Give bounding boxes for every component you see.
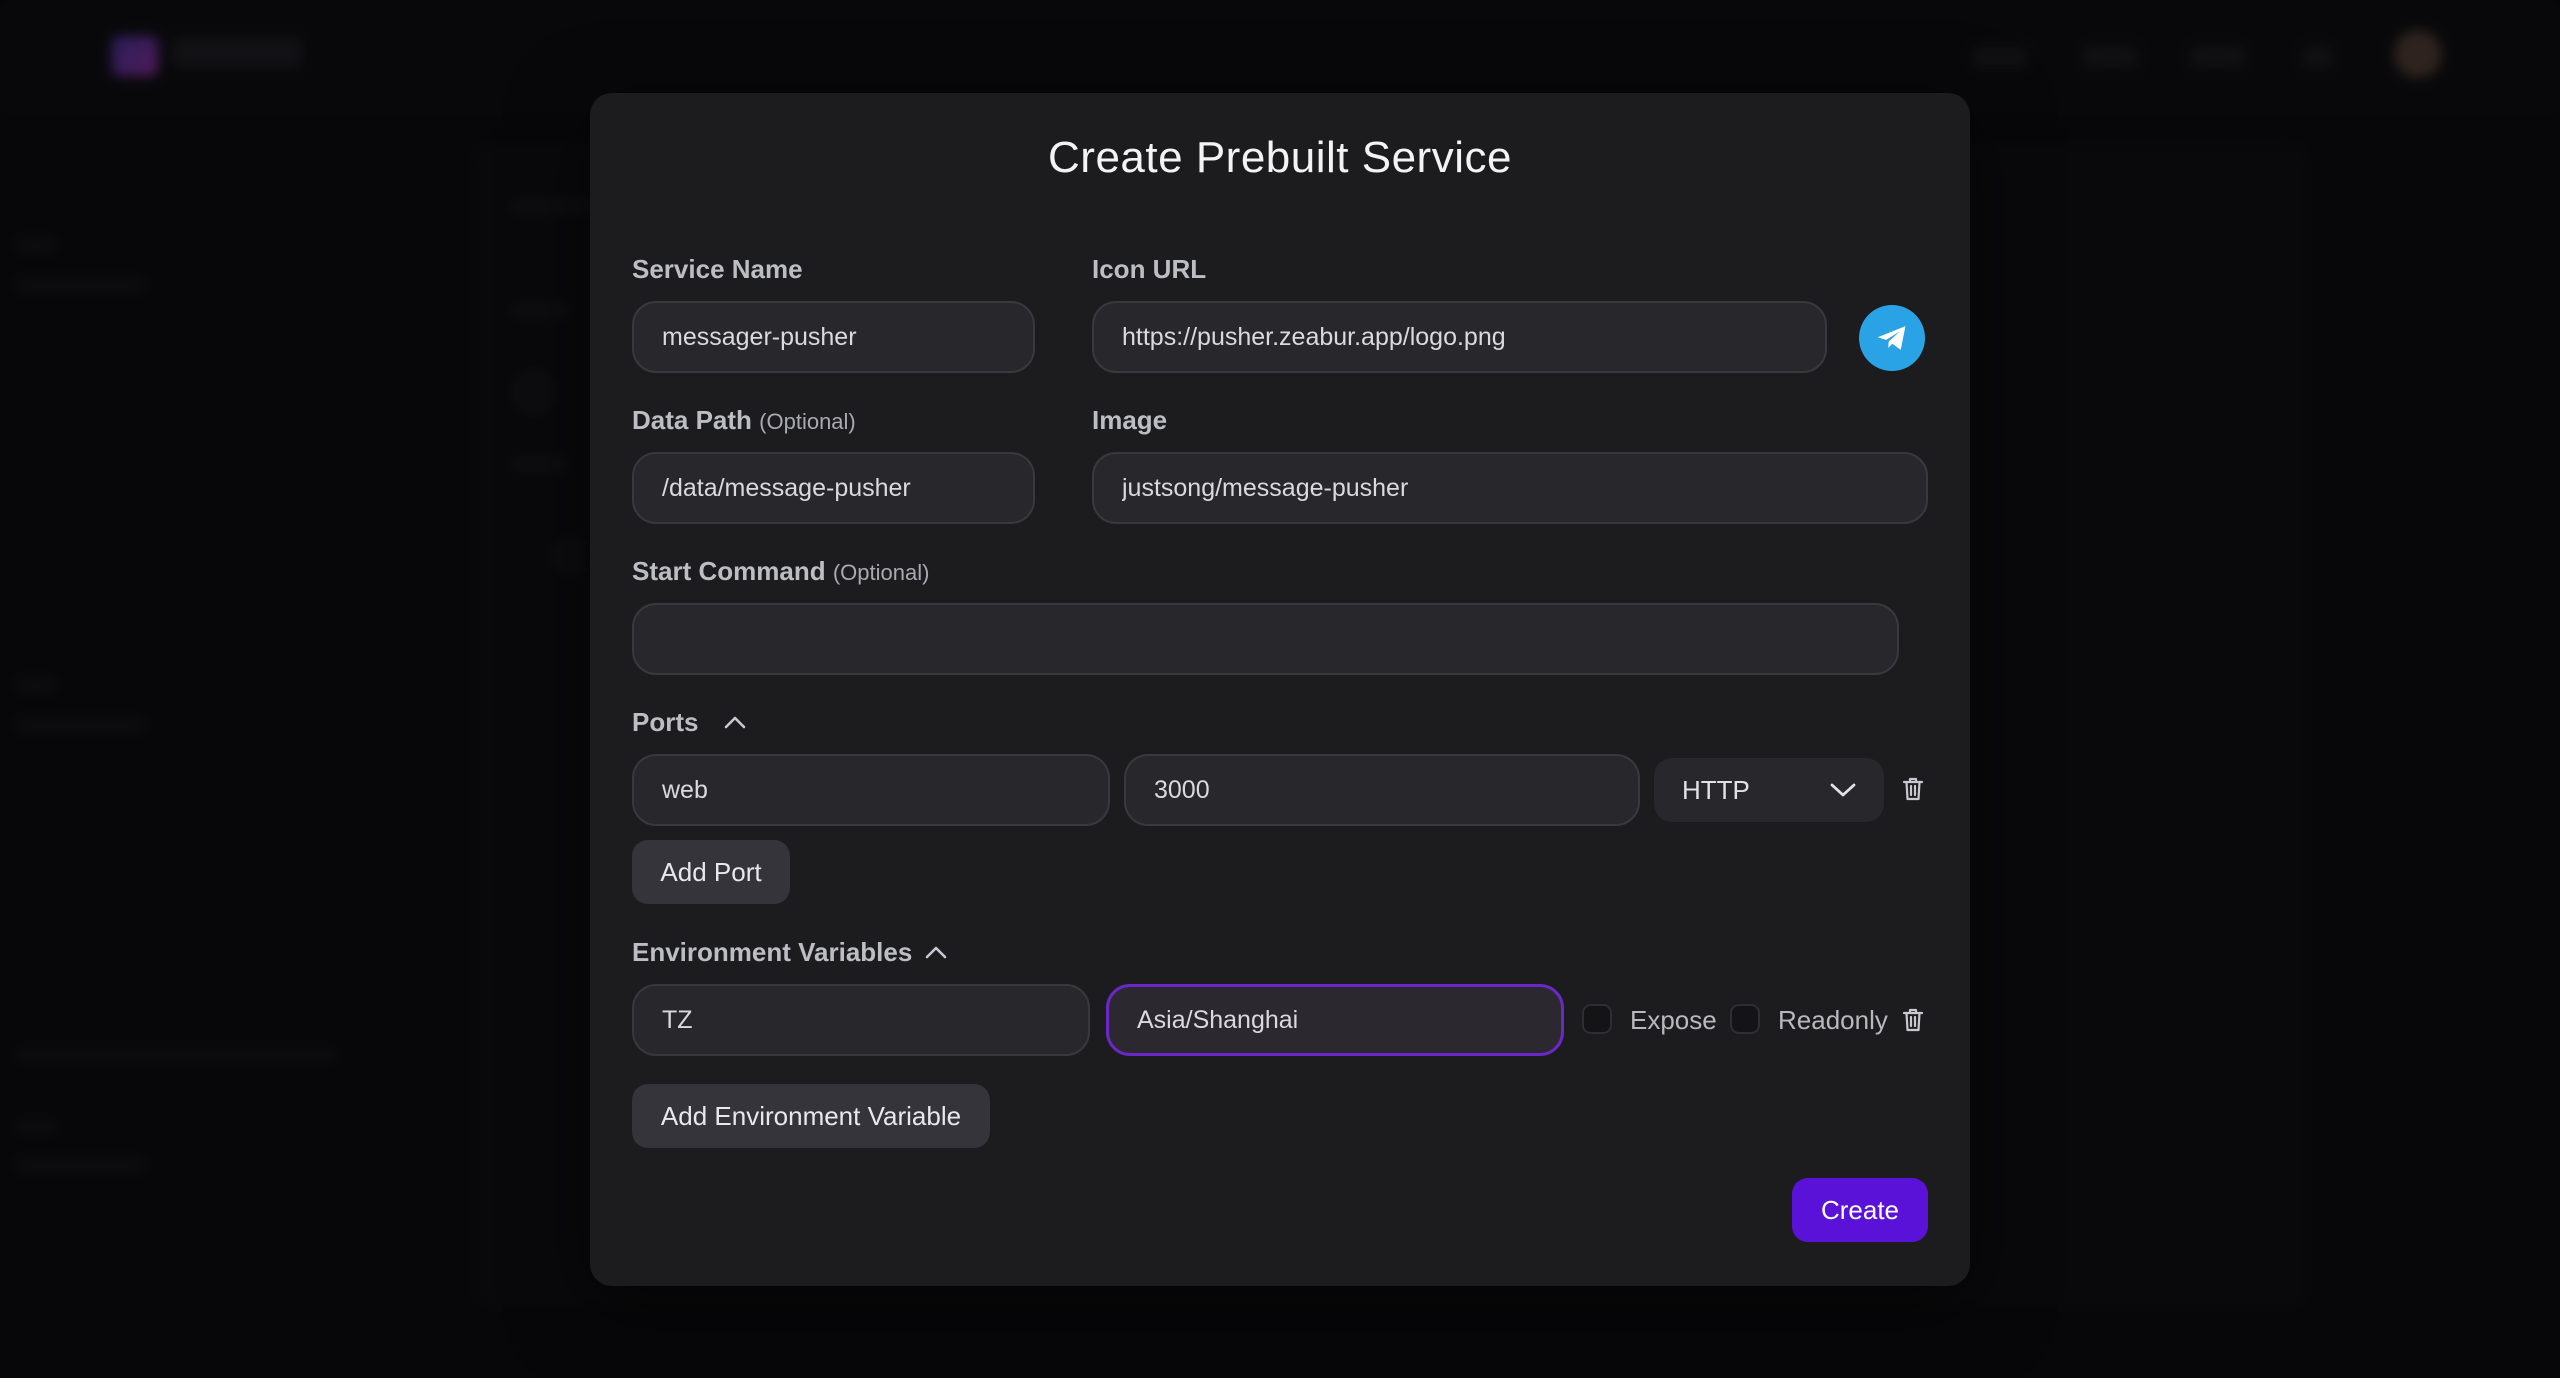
- service-name-label-text: Service Name: [632, 254, 803, 284]
- readonly-label: Readonly: [1778, 1005, 1888, 1035]
- icon-url-label-text: Icon URL: [1092, 254, 1207, 284]
- image-input[interactable]: [1092, 452, 1928, 524]
- icon-url-input[interactable]: [1092, 301, 1827, 373]
- start-command-input[interactable]: [632, 603, 1899, 675]
- trash-glyph: [1902, 1008, 1924, 1032]
- port-protocol-value: HTTP: [1682, 774, 1750, 805]
- image-label: Image: [1092, 405, 1167, 436]
- port-protocol-select[interactable]: HTTP: [1654, 758, 1884, 822]
- image-label-text: Image: [1092, 405, 1168, 435]
- icon-url-label: Icon URL: [1092, 254, 1206, 285]
- chevron-up-icon[interactable]: [921, 937, 951, 967]
- expose-checkbox[interactable]: [1582, 1004, 1612, 1034]
- readonly-checkbox[interactable]: [1730, 1004, 1760, 1034]
- service-name-input[interactable]: [632, 301, 1035, 373]
- chevron-up-glyph: [724, 716, 746, 729]
- dialog-title: Create Prebuilt Service: [1048, 133, 1512, 182]
- port-number-input[interactable]: [1124, 754, 1640, 826]
- delete-env-trash-icon[interactable]: [1898, 1005, 1928, 1035]
- expose-label: Expose: [1630, 1005, 1717, 1035]
- data-path-input[interactable]: [632, 452, 1035, 524]
- chevron-down-icon: [1830, 783, 1856, 797]
- delete-port-trash-icon[interactable]: [1898, 774, 1928, 804]
- start-command-label-text: Start Command: [632, 556, 826, 586]
- paper-plane-icon: [1877, 326, 1906, 350]
- data-path-label-text: Data Path: [632, 405, 752, 435]
- env-section-title: Environment Variables: [632, 937, 913, 967]
- env-value-input[interactable]: [1106, 984, 1564, 1056]
- port-name-input[interactable]: [632, 754, 1110, 826]
- trash-glyph: [1902, 777, 1924, 801]
- create-button[interactable]: Create: [1792, 1178, 1928, 1242]
- ports-section-title: Ports: [632, 707, 699, 737]
- start-command-label: Start Command (Optional): [632, 556, 929, 587]
- env-key-input[interactable]: [632, 984, 1090, 1056]
- data-path-label: Data Path (Optional): [632, 405, 856, 436]
- optional-hint: (Optional): [832, 560, 930, 585]
- chevron-up-icon[interactable]: [720, 707, 750, 737]
- add-port-button[interactable]: Add Port: [632, 840, 790, 904]
- optional-hint: (Optional): [759, 409, 856, 434]
- add-environment-variable-button[interactable]: Add Environment Variable: [632, 1084, 990, 1148]
- chevron-up-glyph: [925, 946, 947, 959]
- telegram-icon: [1859, 305, 1925, 371]
- service-name-label: Service Name: [632, 254, 803, 285]
